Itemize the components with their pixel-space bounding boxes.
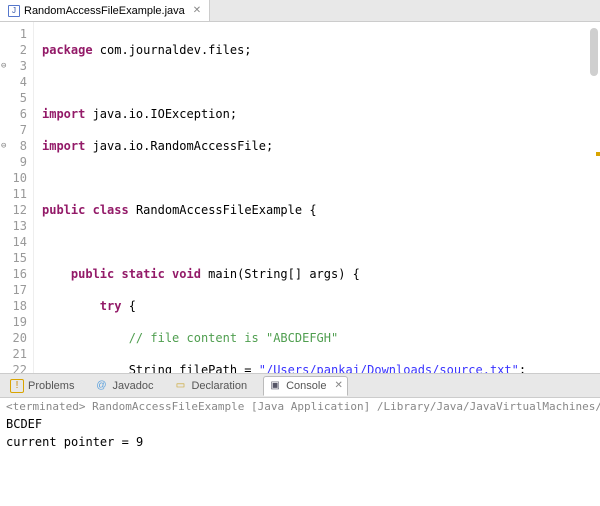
tab-console[interactable]: ▣ Console ✕ [263, 376, 348, 396]
console-icon: ▣ [268, 379, 282, 393]
tab-declaration[interactable]: ▭ Declaration [169, 377, 251, 395]
views-tab-bar: ! Problems @ Javadoc ▭ Declaration ▣ Con… [0, 374, 600, 398]
code-editor[interactable]: 1 2 ⊖3 4 5 6 7 ⊖8 9 10 11 12 13 14 15 16… [0, 22, 600, 374]
editor-tab-label: RandomAccessFileExample.java [24, 5, 185, 17]
close-icon[interactable]: ✕ [334, 380, 342, 391]
tab-label: Declaration [191, 380, 247, 392]
editor-scrollbar[interactable] [586, 22, 600, 373]
problems-icon: ! [10, 379, 24, 393]
close-icon[interactable]: ✕ [193, 5, 201, 16]
tab-javadoc[interactable]: @ Javadoc [90, 377, 157, 395]
javadoc-icon: @ [94, 379, 108, 393]
tab-label: Javadoc [112, 380, 153, 392]
fold-marker-icon[interactable]: ⊖ [1, 138, 6, 154]
console-output-line: BCDEF [0, 415, 600, 433]
editor-tab-bar: J RandomAccessFileExample.java ✕ [0, 0, 600, 22]
tab-problems[interactable]: ! Problems [6, 377, 78, 395]
line-number-gutter: 1 2 ⊖3 4 5 6 7 ⊖8 9 10 11 12 13 14 15 16… [0, 22, 34, 373]
java-file-icon: J [8, 5, 20, 17]
fold-marker-icon[interactable]: ⊖ [1, 58, 6, 74]
scrollbar-thumb[interactable] [590, 28, 598, 76]
console-status: <terminated> RandomAccessFileExample [Ja… [0, 398, 600, 415]
console-output-line: current pointer = 9 [0, 433, 600, 451]
tab-label: Console [286, 380, 326, 392]
tab-label: Problems [28, 380, 74, 392]
warning-marker[interactable] [596, 152, 600, 156]
code-area[interactable]: package com.journaldev.files; import jav… [34, 22, 600, 373]
console-view[interactable]: <terminated> RandomAccessFileExample [Ja… [0, 398, 600, 451]
editor-tab[interactable]: J RandomAccessFileExample.java ✕ [0, 0, 210, 21]
declaration-icon: ▭ [173, 379, 187, 393]
